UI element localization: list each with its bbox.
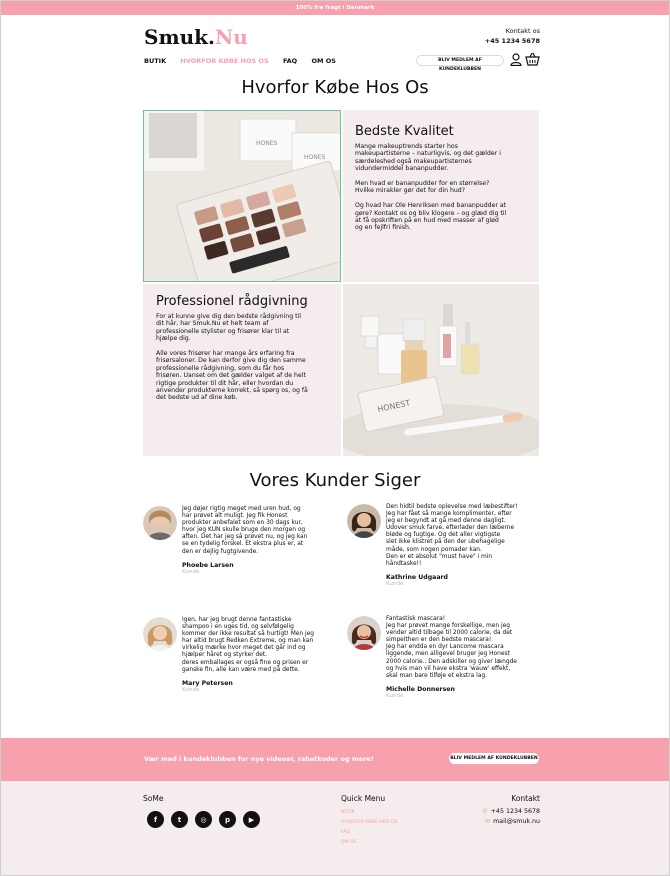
review-role: Kunde (386, 580, 404, 587)
nav-item-hvorfor[interactable]: HVORFOR KØBE HOS OS (180, 57, 268, 65)
avatar (143, 506, 177, 540)
products-illustration: HONEST (343, 284, 539, 456)
review-card: Fantastisk mascara! Jeg har prøvet mange… (347, 616, 556, 699)
svg-text:HONES: HONES (304, 154, 326, 161)
review-text: Jeg døjer rigtig meget med uren hud, og … (182, 506, 308, 555)
nav-item-butik[interactable]: BUTIK (144, 57, 166, 65)
review-role: Kunde (182, 686, 200, 693)
feature-quality: Bedste Kvalitet Mange makeuptrends start… (343, 110, 539, 282)
phone-icon: ✆ (482, 808, 488, 815)
instagram-icon[interactable]: ◎ (195, 811, 212, 828)
logo[interactable]: Smuk.Nu (144, 25, 248, 49)
review-author: Michelle Donnersen (386, 685, 455, 693)
footer-some-title: SoMe (143, 794, 164, 803)
member-button[interactable]: BLIV MEDLEM AF KUNDEKLUBBEN (416, 55, 504, 72)
user-icon[interactable] (510, 53, 522, 66)
footer-email: mail@smuk.nu (493, 818, 540, 825)
review-card: Igen, har jeg brugt denne fantastiske sh… (143, 617, 352, 693)
logo-accent-text: Nu (214, 25, 248, 49)
footer-phone: +45 1234 5678 (490, 808, 540, 815)
footer-link-butik[interactable]: BUTIK (341, 808, 397, 818)
review-text: Igen, har jeg brugt denne fantastiske sh… (182, 617, 315, 673)
feature-advice-body: For at kunne give dig den bedste rådgivn… (156, 313, 308, 402)
footer-contact: ✆ +45 1234 5678 ✉ mail@smuk.nu (482, 807, 540, 827)
review-text: Fantastisk mascara! Jeg har prøvet mange… (386, 616, 517, 679)
nav-item-faq[interactable]: FAQ (283, 57, 297, 65)
footer-quick-menu: BUTIK HVORFOR KØBE HOS OS FAQ OM OS (341, 808, 397, 848)
review-card: Den hidtil bedste oplevelse med læbestif… (347, 504, 556, 587)
header-contact: Kontakt os +45 1234 5678 (485, 26, 540, 46)
feature-quality-title: Bedste Kvalitet (355, 124, 454, 139)
avatar (143, 617, 177, 651)
contact-phone[interactable]: +45 1234 5678 (485, 36, 540, 46)
products-image: HONEST (343, 284, 539, 456)
mail-icon: ✉ (484, 818, 491, 825)
footer (1, 781, 669, 875)
twitter-icon[interactable]: t (171, 811, 188, 828)
footer-link-hvorfor[interactable]: HVORFOR KØBE HOS OS (341, 818, 397, 828)
svg-text:HONES: HONES (256, 140, 278, 147)
footer-link-faq[interactable]: FAQ (341, 828, 397, 838)
review-card: Jeg døjer rigtig meget med uren hud, og … (143, 506, 352, 575)
pinterest-icon[interactable]: p (219, 811, 236, 828)
footer-email-link[interactable]: ✉ mail@smuk.nu (482, 817, 540, 827)
review-author: Phoebe Larsen (182, 561, 234, 569)
review-author: Kathrine Udgaard (386, 573, 448, 581)
page-title: Hvorfor Købe Hos Os (241, 77, 429, 98)
makeup-palette-image: HONES HONES (143, 110, 341, 282)
feature-advice-title: Professionel rådgivning (156, 294, 308, 309)
avatar (347, 616, 381, 650)
footer-quick-menu-title: Quick Menu (341, 794, 386, 803)
cart-icon[interactable] (525, 52, 540, 66)
review-role: Kunde (386, 692, 404, 699)
newsletter-join-button[interactable]: BLIV MEDLEM AF KUNDEKLUBBEN (449, 753, 539, 764)
facebook-icon[interactable]: f (147, 811, 164, 828)
newsletter-banner: Vær med i kundeklubben for nye videoer, … (1, 738, 669, 781)
nav-item-om-os[interactable]: OM OS (311, 57, 335, 65)
shipping-banner: 100% fra fragt i Danmark (1, 1, 669, 15)
newsletter-message: Vær med i kundeklubben for nye videoer, … (144, 755, 374, 763)
footer-contact-title: Kontakt (511, 794, 540, 803)
avatar (347, 504, 381, 538)
makeup-palette-illustration: HONES HONES (144, 111, 340, 281)
reviews-title: Vores Kunder Siger (249, 470, 421, 491)
review-text: Den hidtil bedste oplevelse med læbestif… (386, 504, 518, 567)
logo-text: Smuk. (144, 25, 215, 49)
footer-phone-link[interactable]: ✆ +45 1234 5678 (482, 807, 540, 817)
main-nav: BUTIK HVORFOR KØBE HOS OS FAQ OM OS (144, 57, 348, 65)
feature-advice: Professionel rådgivning For at kunne giv… (143, 284, 341, 456)
social-links: f t ◎ p ▶ (147, 811, 260, 828)
youtube-icon[interactable]: ▶ (243, 811, 260, 828)
review-role: Kunde (182, 568, 200, 575)
contact-label: Kontakt os (505, 27, 540, 35)
footer-link-om-os[interactable]: OM OS (341, 838, 397, 848)
review-author: Mary Petersen (182, 679, 233, 687)
feature-quality-body: Mange makeuptrends starter hos makeupart… (355, 143, 507, 232)
